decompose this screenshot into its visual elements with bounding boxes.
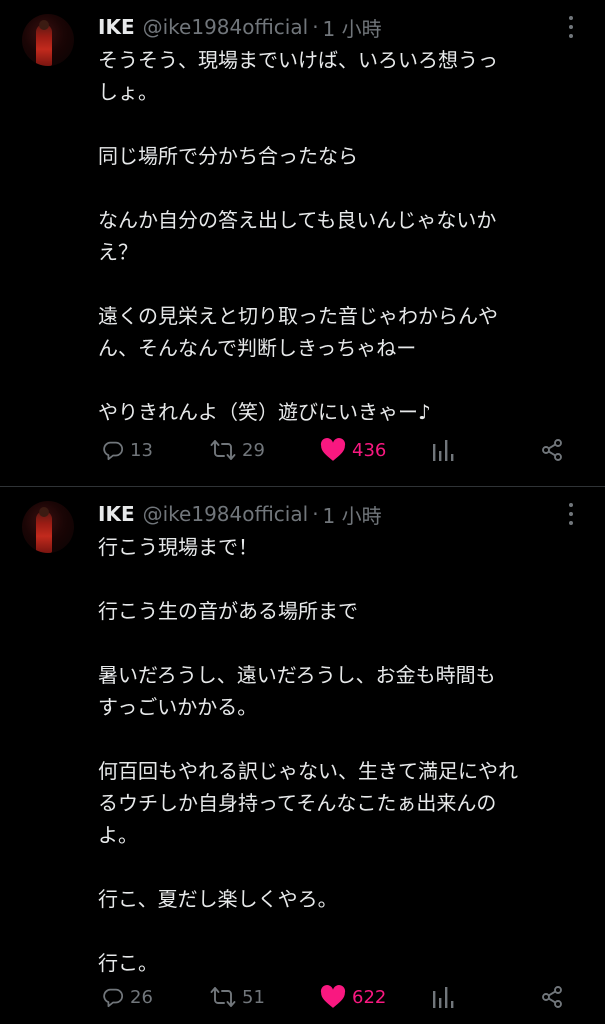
tweet-text-line <box>98 627 578 659</box>
author-name[interactable]: IKE <box>98 15 135 39</box>
tweet-text-line <box>98 364 578 396</box>
reply-icon <box>103 988 124 1008</box>
tweet-text-line: るウチしか自身持ってそんなこたぁ出来んの <box>98 791 497 815</box>
tweet-text-line <box>98 915 578 947</box>
share-button[interactable] <box>540 982 564 1012</box>
tweet-text-line <box>98 108 578 140</box>
tweet-text-line: なんか自分の答え出しても良いんじゃないか <box>98 208 497 232</box>
reply-count: 13 <box>130 439 153 461</box>
author-handle[interactable]: @ike1984official <box>143 502 309 526</box>
reply-button[interactable]: 26 <box>102 982 153 1012</box>
author-handle[interactable]: @ike1984official <box>143 15 309 39</box>
tweet-actions: 26 51 622 <box>0 982 605 1012</box>
like-heart-icon <box>320 438 346 461</box>
like-heart-icon <box>320 985 346 1008</box>
tweet-text-line <box>98 563 578 595</box>
repost-button[interactable]: 29 <box>210 435 265 465</box>
tweet-text-line: 行こ、夏だし楽しくやろ。 <box>98 887 338 911</box>
repost-icon <box>210 987 236 1007</box>
separator-dot: · <box>312 15 319 39</box>
tweet-text: 行こう現場まで！ 行こう生の音がある場所まで 暑いだろうし、遠いだろうし、お金も… <box>98 531 578 979</box>
like-count: 436 <box>352 439 387 461</box>
tweet-text-line: やりきれんよ（笑）遊びにいきゃー♪ <box>98 400 431 424</box>
views-icon <box>433 987 454 1008</box>
share-button[interactable] <box>540 435 564 465</box>
reply-button[interactable]: 13 <box>102 435 153 465</box>
tweet-text-line: 何百回もやれる訳じゃない、生きて満足にやれ <box>98 759 518 783</box>
like-button[interactable]: 436 <box>320 435 386 465</box>
tweet-text-line <box>98 268 578 300</box>
tweet-header: IKE @ike1984official · 1 小時 <box>98 499 382 529</box>
more-options-icon[interactable] <box>561 503 581 525</box>
tweet-text-line: そうそう、現場までいけば、いろいろ想うっ <box>98 48 498 72</box>
tweet-text-line: 行こ。 <box>98 951 158 975</box>
tweet[interactable]: IKE @ike1984official · 1 小時 そうそう、現場までいけば… <box>0 0 605 486</box>
tweet-text-line: しょ。 <box>98 80 158 104</box>
author-name[interactable]: IKE <box>98 502 135 526</box>
timestamp[interactable]: 1 小時 <box>323 13 382 42</box>
avatar-figure <box>36 511 52 553</box>
avatar-head <box>39 20 49 30</box>
tweet-actions: 13 29 436 <box>0 435 605 465</box>
avatar[interactable] <box>22 14 74 66</box>
tweet[interactable]: IKE @ike1984official · 1 小時 行こう現場まで！ 行こう… <box>0 487 605 1024</box>
views-icon <box>433 440 454 461</box>
tweet-text-line: 行こう現場まで！ <box>98 535 258 559</box>
share-icon <box>542 439 562 461</box>
tweet-text-line <box>98 851 578 883</box>
tweet-text-line: 遠くの見栄えと切り取った音じゃわからんや <box>98 304 498 328</box>
tweet-text-line: すっごいかかる。 <box>98 695 258 719</box>
tweet-text-line: 暑いだろうし、遠いだろうし、お金も時間も <box>98 663 496 687</box>
more-options-icon[interactable] <box>561 16 581 38</box>
tweet-text-line: 同じ場所で分かち合ったなら <box>98 144 358 168</box>
like-button[interactable]: 622 <box>320 982 386 1012</box>
like-count: 622 <box>352 986 387 1008</box>
repost-count: 51 <box>242 986 265 1008</box>
tweet-text: そうそう、現場までいけば、いろいろ想うっ しょ。 同じ場所で分かち合ったなら な… <box>98 44 578 428</box>
avatar[interactable] <box>22 501 74 553</box>
tweet-text-line: え？ <box>98 240 138 264</box>
tweet-header: IKE @ike1984official · 1 小時 <box>98 12 382 42</box>
timestamp[interactable]: 1 小時 <box>323 500 382 529</box>
separator-dot: · <box>312 502 319 526</box>
reply-icon <box>103 441 124 461</box>
avatar-head <box>39 507 49 517</box>
tweet-text-line: ん、そんなんで判断しきっちゃねー <box>98 336 417 360</box>
reply-count: 26 <box>130 986 153 1008</box>
repost-count: 29 <box>242 439 265 461</box>
tweet-text-line <box>98 723 578 755</box>
repost-button[interactable]: 51 <box>210 982 265 1012</box>
share-icon <box>542 986 562 1008</box>
avatar-figure <box>36 24 52 66</box>
tweet-text-line: よ。 <box>98 823 138 847</box>
tweet-text-line: 行こう生の音がある場所まで <box>98 599 358 623</box>
tweet-text-line <box>98 172 578 204</box>
repost-icon <box>210 440 236 460</box>
views-button[interactable] <box>432 982 454 1012</box>
views-button[interactable] <box>432 435 454 465</box>
